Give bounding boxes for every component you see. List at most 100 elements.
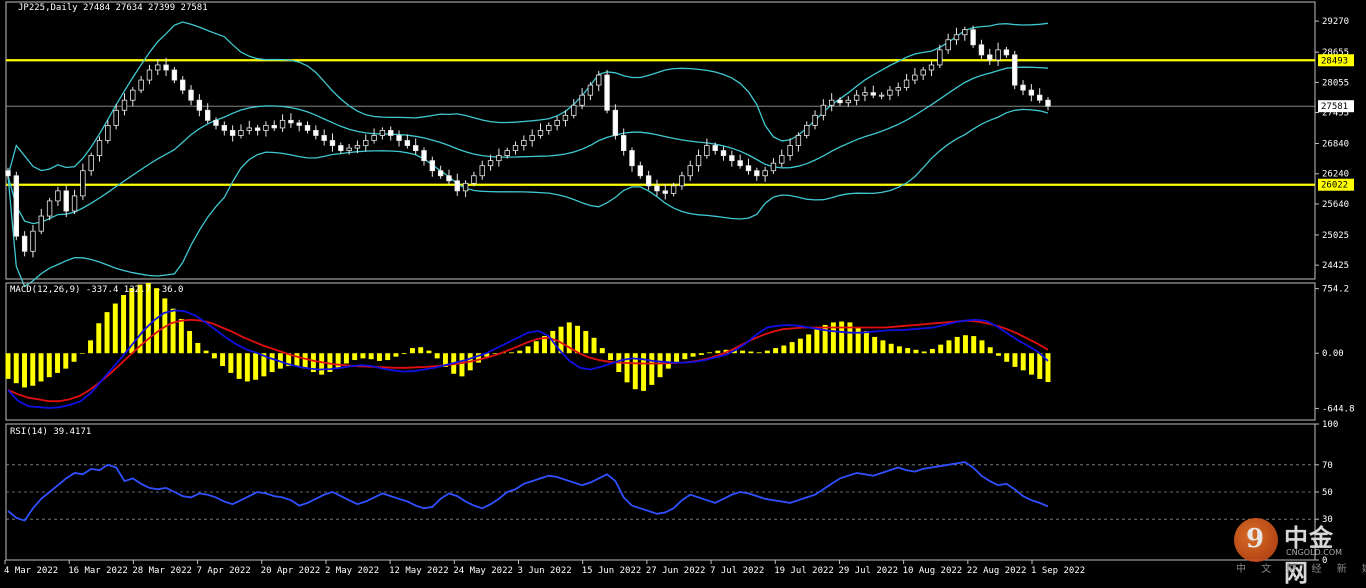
candle-bearish [296, 122, 302, 126]
candle-bearish [745, 165, 752, 172]
candle-bullish [504, 150, 510, 157]
macd-histogram-bar [30, 353, 36, 386]
candle-bearish [629, 150, 635, 167]
price-badge-label: 26022 [1321, 181, 1348, 191]
candle-bearish [229, 130, 236, 136]
macd-histogram-bar [393, 353, 399, 357]
candle-bullish [795, 135, 802, 146]
candle-bearish [454, 180, 460, 192]
candle-bearish [870, 92, 876, 96]
macd-histogram-bar [938, 344, 944, 354]
macd-histogram-bar [368, 353, 374, 360]
macd-histogram-bar [401, 353, 407, 355]
date-label: 4 Mar 2022 [4, 566, 58, 576]
macd-histogram-bar [22, 353, 27, 388]
macd-histogram-bar [682, 353, 688, 360]
candle-bullish [845, 99, 852, 104]
date-label: 7 Jul 2022 [710, 566, 764, 576]
date-label: 10 Aug 2022 [903, 566, 963, 576]
candle-bullish [587, 84, 594, 96]
candle-bearish [654, 185, 660, 192]
candle-bullish [238, 130, 244, 136]
price-badge-label: 28493 [1321, 56, 1348, 66]
macd-histogram-bar [698, 353, 704, 355]
candle-bullish [762, 170, 768, 177]
macd-histogram-bar [905, 348, 911, 354]
candle-bearish [396, 135, 402, 141]
candle-bearish [313, 130, 319, 136]
candle-bullish [787, 145, 793, 157]
macd-histogram-bar [649, 353, 655, 385]
candle-bullish [937, 49, 943, 66]
macd-histogram-bar [203, 350, 209, 354]
macd-histogram-bar [814, 329, 820, 354]
candle-bullish [471, 175, 477, 184]
candle-bearish [1003, 49, 1010, 56]
macd-histogram-bar [913, 349, 919, 354]
candle-bearish [288, 119, 294, 124]
y-tick-label: 24425 [1322, 261, 1349, 271]
macd-histogram-bar [929, 348, 935, 354]
macd-histogram-bar [707, 352, 713, 354]
macd-histogram-bar [946, 340, 952, 354]
macd-histogram-bar [426, 350, 432, 354]
macd-histogram-bar [583, 330, 589, 354]
macd-histogram-bar [756, 352, 762, 354]
macd-histogram-bar [764, 350, 770, 354]
macd-histogram-bar [674, 353, 680, 363]
macd-histogram-bar [839, 321, 845, 354]
candle-bullish [687, 165, 693, 177]
macd-histogram-bar [302, 353, 308, 369]
macd-histogram-bar [79, 353, 85, 354]
macd-histogram-bar [409, 348, 415, 354]
candle-bearish [754, 170, 760, 177]
macd-histogram-bar [1029, 353, 1034, 375]
candle-bearish [1028, 89, 1035, 96]
candle-bullish [521, 140, 527, 146]
candle-bullish [512, 145, 519, 151]
candle-bullish [354, 145, 361, 149]
macd-histogram-bar [418, 347, 424, 354]
y-tick-label: 25640 [1322, 200, 1349, 210]
macd-histogram-bar [880, 340, 886, 354]
rsi-header: RSI(14) 39.4171 [10, 427, 91, 437]
date-label: 15 Jun 2022 [582, 566, 642, 576]
candle-bullish [546, 124, 552, 131]
macd-histogram-bar [896, 346, 902, 354]
macd-histogram-bar [352, 353, 358, 361]
candle-bullish [562, 114, 569, 121]
candle-bullish [71, 195, 78, 212]
candle-bullish [38, 215, 44, 232]
candle-bullish [928, 64, 935, 71]
macd-histogram-bar [657, 353, 663, 378]
y-tick-label: 26240 [1322, 170, 1349, 180]
candle-bullish [263, 124, 269, 131]
candle-bearish [637, 165, 644, 177]
candle-bullish [96, 140, 103, 157]
candle-bullish [853, 94, 860, 101]
candle-bearish [163, 64, 169, 71]
candle-bullish [371, 135, 377, 141]
macd-histogram-bar [112, 303, 118, 354]
macd-histogram-bar [211, 353, 217, 359]
macd-histogram-bar [1020, 353, 1026, 371]
candle-bullish [962, 29, 968, 36]
date-label: 2 May 2022 [325, 566, 379, 576]
macd-histogram-bar [715, 350, 721, 354]
macd-histogram-bar [1037, 353, 1043, 379]
candle-bullish [155, 64, 161, 71]
y-tick-label: 754.2 [1322, 285, 1349, 295]
candle-bullish [246, 127, 252, 131]
candle-bearish [429, 160, 436, 172]
y-tick-label: -644.8 [1322, 404, 1355, 414]
candle-bearish [13, 175, 20, 237]
candle-bearish [21, 235, 28, 252]
candle-bearish [221, 124, 228, 131]
macd-histogram-bar [806, 334, 812, 354]
candle-bullish [887, 89, 893, 96]
macd-histogram-bar [797, 338, 803, 354]
candle-bullish [995, 49, 1001, 61]
macd-histogram-bar [178, 318, 184, 354]
macd-histogram-bar [1045, 353, 1051, 383]
macd-histogram-bar [855, 327, 861, 354]
